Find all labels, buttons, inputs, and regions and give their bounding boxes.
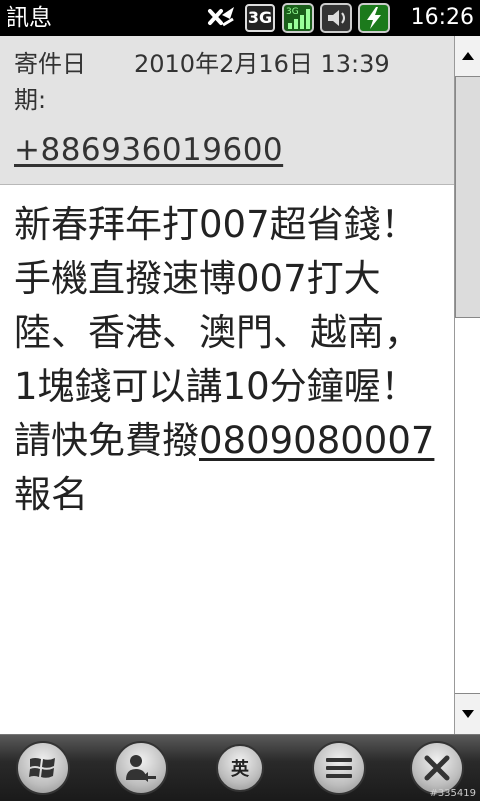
start-button[interactable] [16, 741, 70, 795]
sender-phone-link[interactable]: +886936019600 [14, 132, 283, 168]
scrollbar[interactable] [454, 36, 480, 734]
app-title: 訊息 [6, 5, 52, 31]
menu-button[interactable] [312, 741, 366, 795]
close-button[interactable] [410, 741, 464, 795]
windows-logo-icon [29, 758, 55, 778]
contact-reply-icon [126, 755, 156, 782]
phone-number-link[interactable]: 0809080007 [199, 419, 434, 462]
battery-charging-icon[interactable] [358, 3, 390, 33]
menu-icon [326, 758, 352, 778]
signal-icon[interactable]: 3G [282, 3, 314, 33]
close-icon [424, 755, 450, 781]
sent-date: 2010年2月16日 13:39 [134, 50, 390, 78]
scroll-down-button[interactable] [455, 693, 480, 734]
scroll-up-button[interactable] [455, 36, 480, 77]
input-mode-button[interactable]: 英 [216, 744, 264, 792]
message-body: 新春拜年打007超省錢！手機直撥速博007打大陸、香港、澳門、越南，1塊錢可以講… [14, 198, 444, 522]
watermark-text: #335419 [429, 788, 476, 799]
message-header: 寄件日 2010年2月16日 13:39 期: +886936019600 [0, 36, 454, 185]
date-label: 寄件日 [14, 50, 86, 78]
reply-contact-button[interactable] [114, 741, 168, 795]
svg-text:3G: 3G [286, 7, 299, 17]
arrow-down-icon [462, 710, 474, 718]
date-label-continued: 期: [14, 86, 47, 114]
status-icons: 3G 3G [206, 2, 390, 34]
date-row: 寄件日 2010年2月16日 13:39 [14, 44, 390, 79]
network-3g-icon[interactable]: 3G [244, 3, 276, 33]
scroll-thumb[interactable] [455, 76, 480, 318]
connection-icon[interactable] [206, 3, 238, 33]
message-text-end: 報名 [14, 473, 88, 516]
clock: 16:26 [410, 5, 474, 30]
arrow-up-icon [462, 52, 474, 60]
bottom-toolbar: 英 #335419 [0, 734, 480, 801]
volume-icon[interactable] [320, 3, 352, 33]
status-bar: 訊息 3G 3G 16:26 [0, 0, 480, 36]
